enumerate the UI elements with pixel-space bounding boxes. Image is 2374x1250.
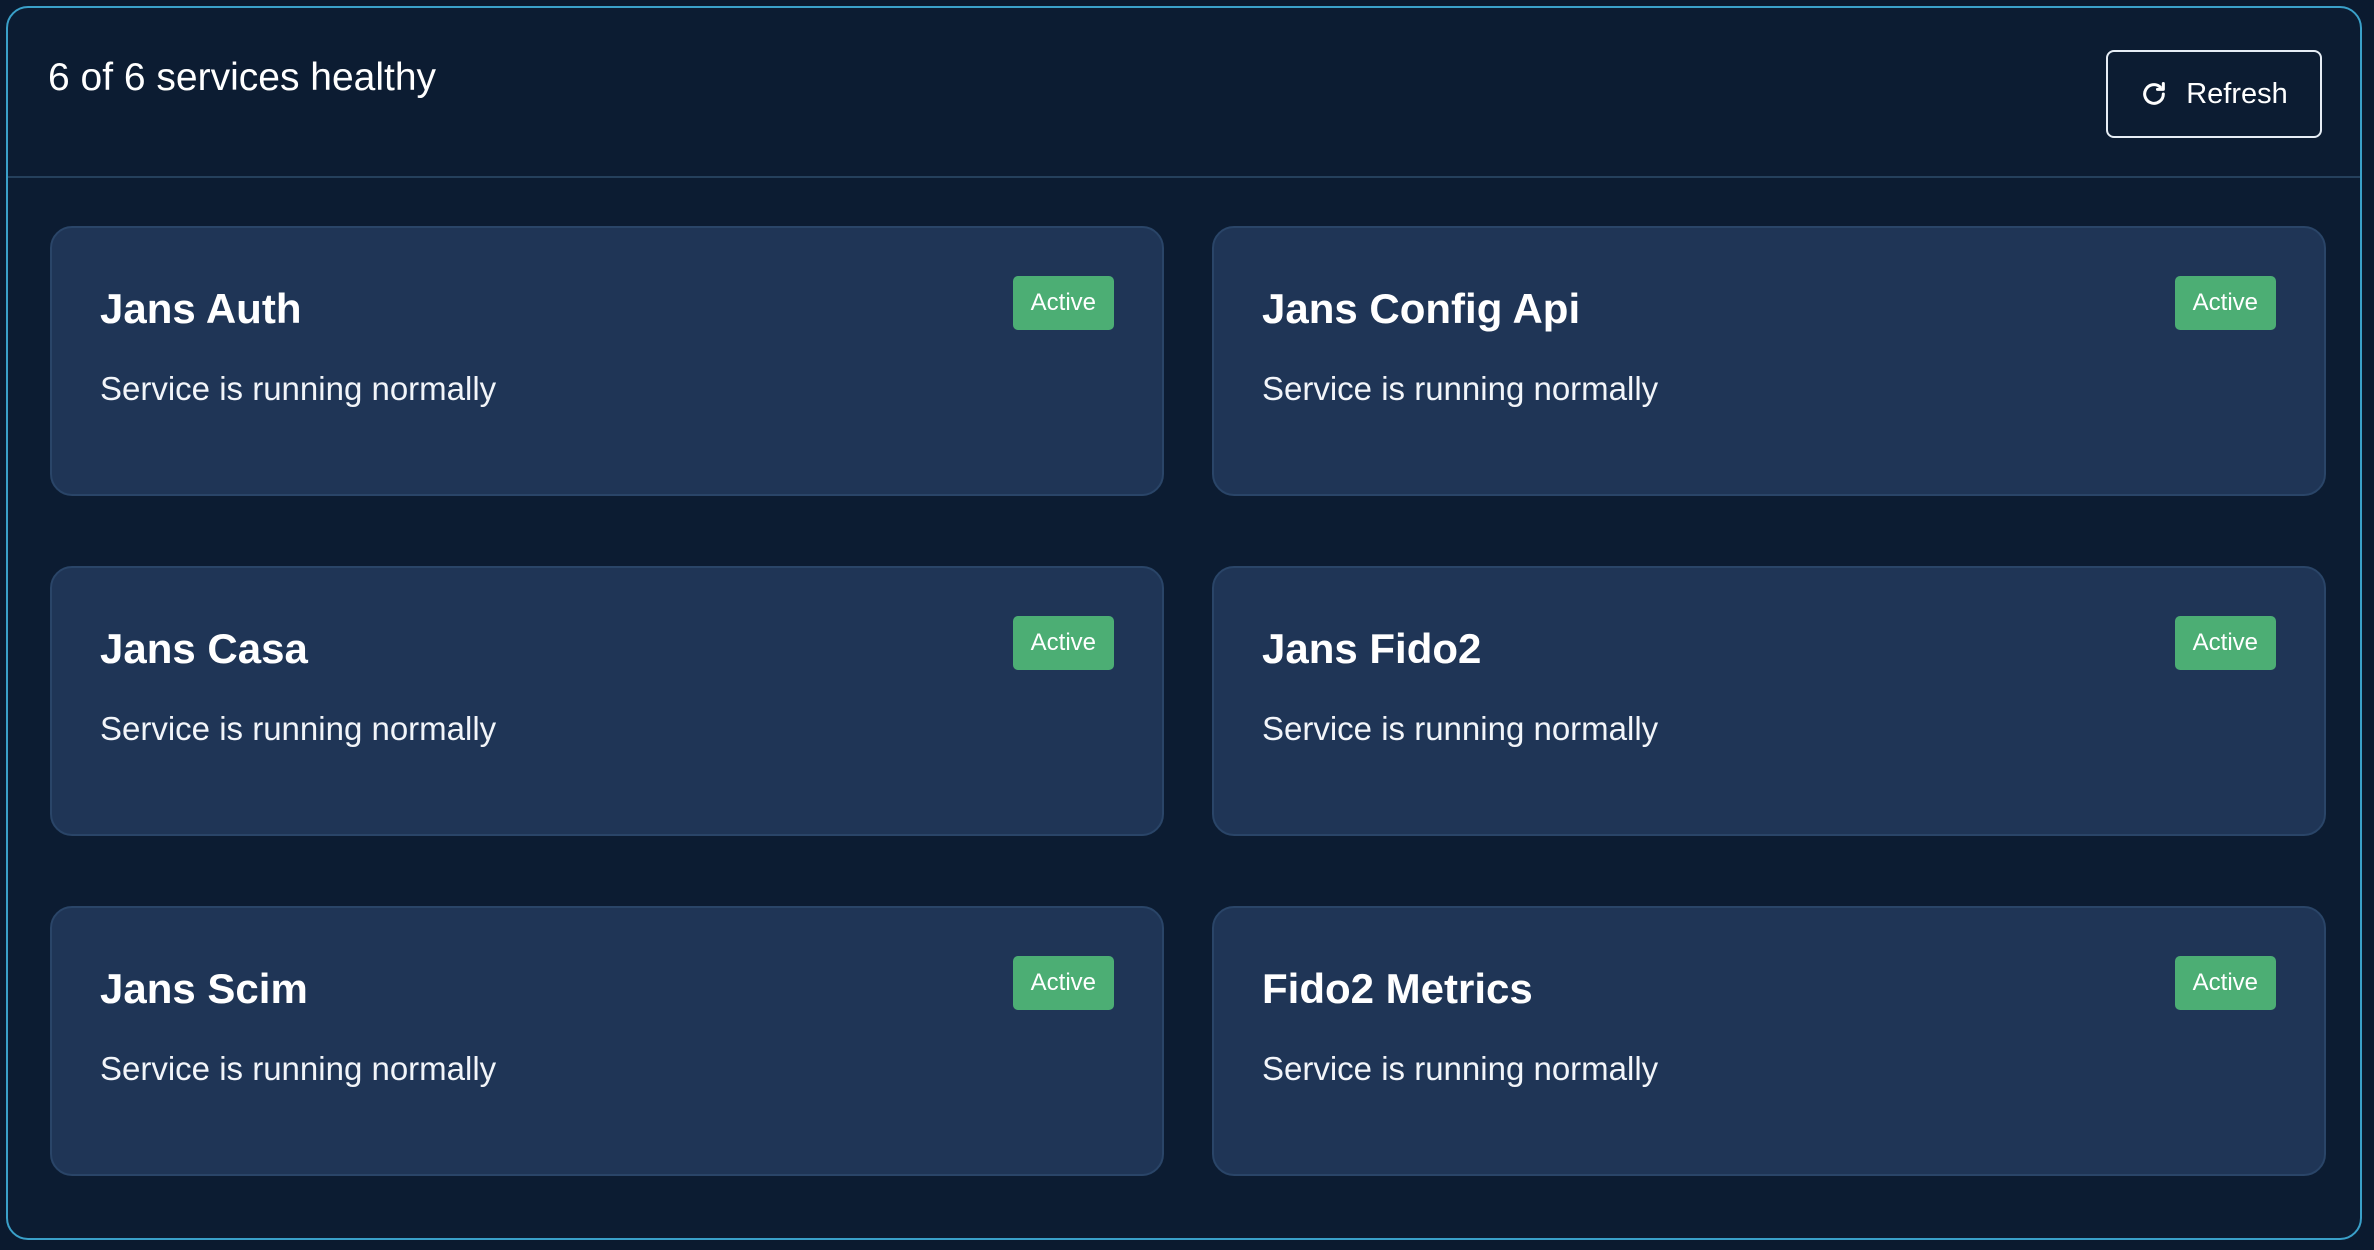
service-description: Service is running normally: [100, 370, 497, 407]
service-name: Jans Fido2: [1262, 625, 1482, 672]
service-name: Fido2 Metrics: [1262, 965, 1533, 1012]
service-health-panel: 6 of 6 services healthy Refresh Jans Aut…: [6, 6, 2362, 1240]
refresh-button-label: Refresh: [2186, 77, 2288, 110]
status-badge: Active: [2174, 956, 2276, 1010]
refresh-button[interactable]: Refresh: [2106, 50, 2322, 138]
service-name: Jans Casa: [100, 625, 308, 672]
service-card[interactable]: Jans Casa Active Service is running norm…: [50, 566, 1164, 836]
service-description: Service is running normally: [100, 710, 497, 747]
service-card[interactable]: Jans Scim Active Service is running norm…: [50, 906, 1164, 1176]
status-badge: Active: [1012, 276, 1114, 330]
service-card[interactable]: Jans Config Api Active Service is runnin…: [1212, 226, 2326, 496]
status-badge: Active: [2174, 616, 2276, 670]
status-badge: Active: [1012, 956, 1114, 1010]
service-name: Jans Config Api: [1262, 285, 1581, 332]
service-name: Jans Auth: [100, 285, 302, 332]
service-description: Service is running normally: [1262, 1050, 1659, 1087]
service-card[interactable]: Jans Fido2 Active Service is running nor…: [1212, 566, 2326, 836]
service-card[interactable]: Fido2 Metrics Active Service is running …: [1212, 906, 2326, 1176]
panel-header: 6 of 6 services healthy Refresh: [8, 8, 2360, 178]
health-summary: 6 of 6 services healthy: [48, 56, 437, 99]
service-description: Service is running normally: [1262, 710, 1659, 747]
service-grid: Jans Auth Active Service is running norm…: [50, 226, 2326, 1176]
service-name: Jans Scim: [100, 965, 308, 1012]
service-card[interactable]: Jans Auth Active Service is running norm…: [50, 226, 1164, 496]
status-badge: Active: [2174, 276, 2276, 330]
service-description: Service is running normally: [1262, 370, 1659, 407]
refresh-icon: [2140, 80, 2168, 108]
service-description: Service is running normally: [100, 1050, 497, 1087]
status-badge: Active: [1012, 616, 1114, 670]
